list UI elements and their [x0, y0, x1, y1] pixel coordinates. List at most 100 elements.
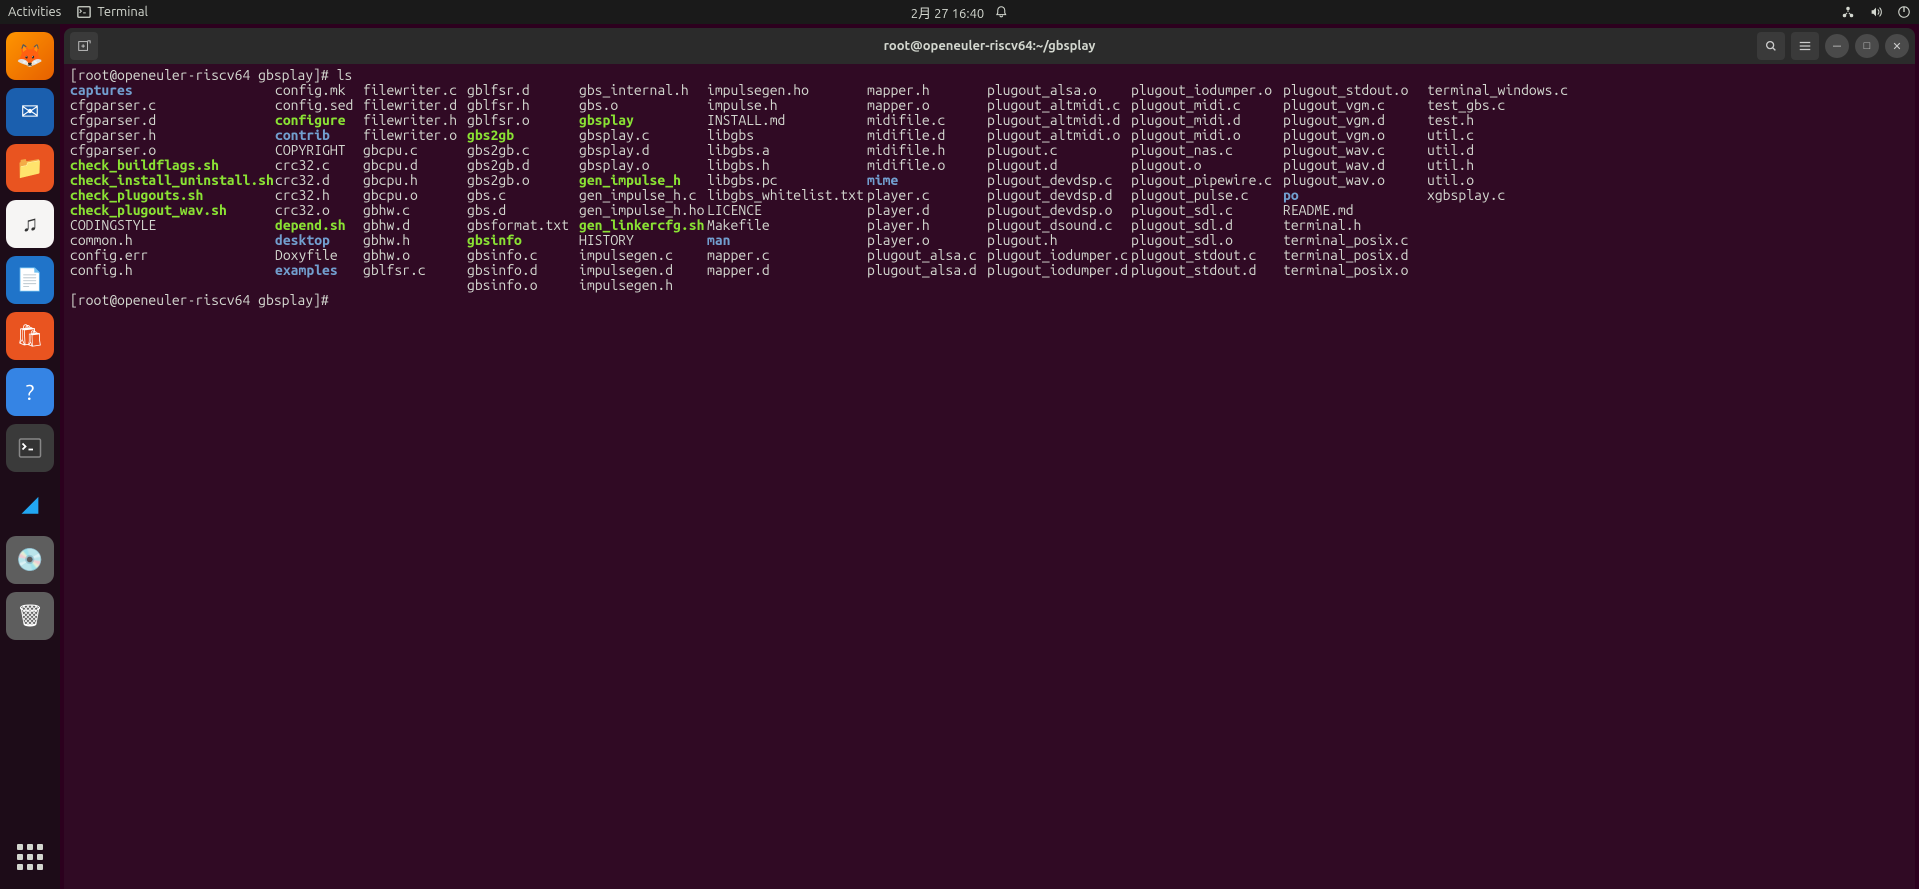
ls-entry: impulsegen.h	[579, 278, 707, 293]
ls-entry: gbs2gb.o	[467, 173, 579, 188]
ls-entry: contrib	[275, 128, 363, 143]
ls-entry: gblfsr.o	[467, 113, 579, 128]
dock-rhythmbox[interactable]: ♫	[6, 200, 54, 248]
ls-entry: libgbs.h	[707, 158, 867, 173]
ls-entry: util.h	[1427, 158, 1568, 173]
ls-entry: util.c	[1427, 128, 1568, 143]
ls-entry: po	[1283, 188, 1427, 203]
dock-trash[interactable]: 🗑	[6, 592, 54, 640]
ls-entry: plugout_wav.o	[1283, 173, 1427, 188]
ls-entry: plugout_stdout.c	[1131, 248, 1283, 263]
close-button[interactable]: ✕	[1885, 34, 1909, 58]
ls-column: terminal_windows.ctest_gbs.ctest.hutil.c…	[1427, 83, 1568, 293]
dock-vscode[interactable]: ◢	[6, 480, 54, 528]
ls-entry: plugout_pipewire.c	[1131, 173, 1283, 188]
ls-entry: gblfsr.h	[467, 98, 579, 113]
ls-listing: capturescfgparser.ccfgparser.dcfgparser.…	[70, 83, 1909, 293]
ls-entry: plugout_alsa.o	[987, 83, 1131, 98]
ls-entry: config.sed	[275, 98, 363, 113]
ls-column: impulsegen.hoimpulse.hINSTALL.mdlibgbsli…	[707, 83, 867, 293]
terminal-icon	[77, 5, 91, 19]
ls-entry: libgbs.a	[707, 143, 867, 158]
dock-firefox[interactable]: 🦊	[6, 32, 54, 80]
ls-entry: gbs2gb.d	[467, 158, 579, 173]
ls-entry: captures	[70, 83, 275, 98]
ls-entry: LICENCE	[707, 203, 867, 218]
terminal-output[interactable]: [root@openeuler-riscv64 gbsplay]# ls cap…	[64, 64, 1915, 889]
ls-entry: terminal_posix.c	[1283, 233, 1427, 248]
ls-entry: midifile.c	[867, 113, 987, 128]
ls-entry: plugout_altmidi.d	[987, 113, 1131, 128]
ls-entry: gbsformat.txt	[467, 218, 579, 233]
ls-entry: check_plugouts.sh	[70, 188, 275, 203]
current-app-indicator[interactable]: Terminal	[77, 5, 148, 19]
ls-entry: gen_linkercfg.sh	[579, 218, 707, 233]
ls-entry: terminal_windows.c	[1427, 83, 1568, 98]
ls-entry: gbsplay.c	[579, 128, 707, 143]
ls-entry: player.d	[867, 203, 987, 218]
ls-entry: gbhw.h	[363, 233, 467, 248]
dock-thunderbird[interactable]: ✉	[6, 88, 54, 136]
ls-entry: gbsplay	[579, 113, 707, 128]
ls-column: capturescfgparser.ccfgparser.dcfgparser.…	[70, 83, 275, 293]
ls-entry: configure	[275, 113, 363, 128]
ls-entry: gbcpu.o	[363, 188, 467, 203]
ls-column: gbs_internal.hgbs.ogbsplaygbsplay.cgbspl…	[579, 83, 707, 293]
ls-entry: gbs2gb.c	[467, 143, 579, 158]
dock-disc[interactable]: 💿	[6, 536, 54, 584]
dock-help[interactable]: ?	[6, 368, 54, 416]
notification-icon	[994, 5, 1008, 19]
ls-entry: player.c	[867, 188, 987, 203]
ls-entry: man	[707, 233, 867, 248]
current-app-name: Terminal	[97, 5, 148, 19]
activities-button[interactable]: Activities	[8, 5, 61, 19]
ls-entry: desktop	[275, 233, 363, 248]
ls-entry: filewriter.d	[363, 98, 467, 113]
ls-entry: gen_impulse_h.c	[579, 188, 707, 203]
ls-entry: check_buildflags.sh	[70, 158, 275, 173]
clock[interactable]: 2月 27 16:40	[911, 3, 1008, 22]
ls-entry: filewriter.h	[363, 113, 467, 128]
ls-entry: xgbsplay.c	[1427, 188, 1568, 203]
system-tray[interactable]	[1841, 5, 1911, 19]
ls-entry: plugout_alsa.d	[867, 263, 987, 278]
ls-entry: mapper.h	[867, 83, 987, 98]
ls-entry: gbs.o	[579, 98, 707, 113]
ls-entry: gbhw.o	[363, 248, 467, 263]
dock-show-apps[interactable]	[10, 837, 50, 877]
ls-entry: impulse.h	[707, 98, 867, 113]
ls-entry: player.o	[867, 233, 987, 248]
ls-entry: terminal.h	[1283, 218, 1427, 233]
ls-entry: common.h	[70, 233, 275, 248]
ls-entry: gen_impulse_h.ho	[579, 203, 707, 218]
search-button[interactable]	[1757, 32, 1785, 60]
datetime-text: 2月 27 16:40	[911, 3, 984, 22]
ls-entry: terminal_posix.o	[1283, 263, 1427, 278]
dock-terminal[interactable]	[6, 424, 54, 472]
ls-entry: gbcpu.d	[363, 158, 467, 173]
ls-entry: cfgparser.h	[70, 128, 275, 143]
ls-entry: terminal_posix.d	[1283, 248, 1427, 263]
dock-writer[interactable]: 📄	[6, 256, 54, 304]
prompt-line-2: [root@openeuler-riscv64 gbsplay]#	[70, 292, 337, 308]
ls-entry: plugout_midi.c	[1131, 98, 1283, 113]
ls-entry: gbsinfo	[467, 233, 579, 248]
ls-entry: gblfsr.d	[467, 83, 579, 98]
new-tab-button[interactable]	[70, 32, 98, 60]
minimize-button[interactable]: －	[1825, 34, 1849, 58]
menu-button[interactable]	[1791, 32, 1819, 60]
dock-software[interactable]: 🛍	[6, 312, 54, 360]
ls-entry: midifile.h	[867, 143, 987, 158]
ls-entry: libgbs.pc	[707, 173, 867, 188]
terminal-window: root@openeuler-riscv64:~/gbsplay － □ ✕ […	[64, 28, 1915, 889]
maximize-button[interactable]: □	[1855, 34, 1879, 58]
ls-entry: impulsegen.c	[579, 248, 707, 263]
power-icon	[1897, 5, 1911, 19]
dock-files[interactable]: 📁	[6, 144, 54, 192]
ls-entry: plugout_sdl.o	[1131, 233, 1283, 248]
ls-entry: COPYRIGHT	[275, 143, 363, 158]
ls-entry: README.md	[1283, 203, 1427, 218]
ls-entry: HISTORY	[579, 233, 707, 248]
ls-entry: player.h	[867, 218, 987, 233]
ls-entry: impulsegen.ho	[707, 83, 867, 98]
